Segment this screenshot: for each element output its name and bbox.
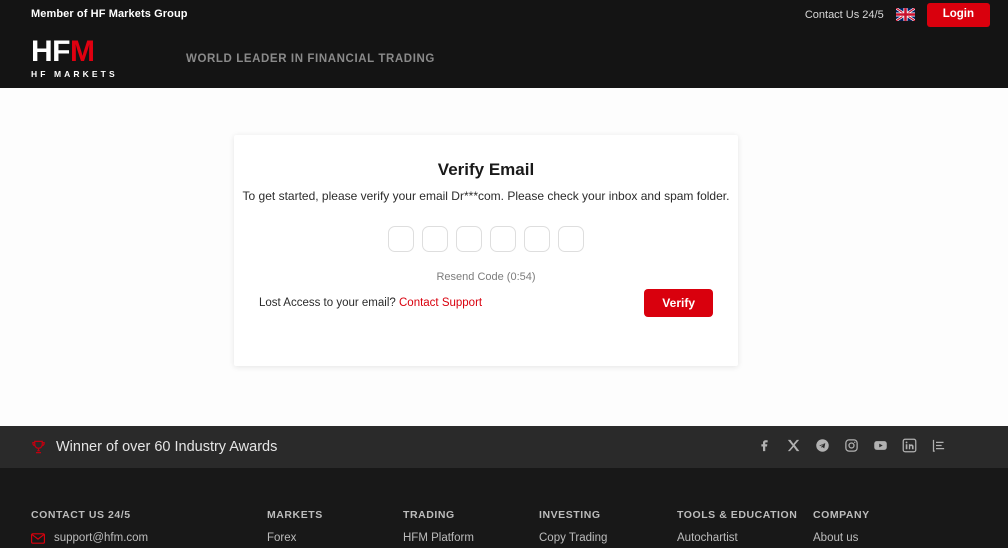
awards-left-group: Winner of over 60 Industry Awards xyxy=(31,439,277,455)
footer-column-trading: TRADING HFM Platform MT4 xyxy=(403,468,539,548)
footer-link-copy-trading[interactable]: Copy Trading xyxy=(539,532,677,544)
member-of-group-text: Member of HF Markets Group xyxy=(31,8,188,20)
otp-digit-5[interactable] xyxy=(524,226,550,252)
main-content-area: Verify Email To get started, please veri… xyxy=(0,88,1008,426)
footer-link-hfm-platform[interactable]: HFM Platform xyxy=(403,532,539,544)
youtube-icon[interactable] xyxy=(873,438,888,453)
footer-link-about-us[interactable]: About us xyxy=(813,532,943,544)
footer-heading-company: COMPANY xyxy=(813,509,870,521)
lost-access-label: Lost Access to your email? xyxy=(259,297,396,309)
awards-text: Winner of over 60 Industry Awards xyxy=(56,439,278,455)
facebook-icon[interactable] xyxy=(757,438,772,453)
site-footer: CONTACT US 24/5 support@hfm.com MARKETS … xyxy=(0,468,1008,548)
otp-digit-1[interactable] xyxy=(388,226,414,252)
logo-m-text: M xyxy=(70,35,95,68)
footer-heading-tools: TOOLS & EDUCATION xyxy=(677,509,798,521)
lost-access-text: Lost Access to your email? Contact Suppo… xyxy=(259,297,482,309)
bar-chart-icon[interactable] xyxy=(931,438,946,453)
uk-flag-icon[interactable] xyxy=(895,8,915,22)
otp-digit-3[interactable] xyxy=(456,226,482,252)
footer-column-contact: CONTACT US 24/5 support@hfm.com xyxy=(31,468,267,548)
contact-us-link[interactable]: Contact Us 24/5 xyxy=(805,9,884,21)
card-footer-row: Lost Access to your email? Contact Suppo… xyxy=(234,272,738,366)
header-slogan: WORLD LEADER IN FINANCIAL TRADING xyxy=(186,53,435,65)
otp-digit-2[interactable] xyxy=(422,226,448,252)
x-twitter-icon[interactable] xyxy=(786,438,801,453)
footer-column-markets: MARKETS Forex Commodities xyxy=(267,468,403,548)
envelope-icon xyxy=(31,532,45,544)
social-links-group xyxy=(757,438,946,453)
verify-email-card: Verify Email To get started, please veri… xyxy=(234,135,738,366)
telegram-icon[interactable] xyxy=(815,438,830,453)
otp-digit-6[interactable] xyxy=(558,226,584,252)
login-button[interactable]: Login xyxy=(926,3,990,27)
footer-heading-investing: INVESTING xyxy=(539,509,601,521)
footer-heading-contact: CONTACT US 24/5 xyxy=(31,509,131,521)
awards-banner: Winner of over 60 Industry Awards xyxy=(0,426,1008,468)
otp-digit-4[interactable] xyxy=(490,226,516,252)
logo-hf-text: HF xyxy=(31,35,71,68)
page-root: Member of HF Markets Group Contact Us 24… xyxy=(0,0,1008,548)
verify-button[interactable]: Verify xyxy=(644,289,713,317)
footer-columns: CONTACT US 24/5 support@hfm.com MARKETS … xyxy=(31,468,977,548)
footer-email-row[interactable]: support@hfm.com xyxy=(31,532,267,544)
footer-email-text: support@hfm.com xyxy=(54,532,149,544)
top-bar-right-group: Contact Us 24/5 Login xyxy=(805,3,990,27)
linkedin-icon[interactable] xyxy=(902,438,917,453)
footer-link-forex[interactable]: Forex xyxy=(267,532,403,544)
footer-column-investing: INVESTING Copy Trading Bonus and Follow xyxy=(539,468,677,548)
verify-instructions: To get started, please verify your email… xyxy=(242,189,730,203)
footer-heading-markets: MARKETS xyxy=(267,509,323,521)
page-title: Verify Email xyxy=(437,160,535,179)
hfm-logo[interactable]: HFM HF MARKETS xyxy=(31,35,141,80)
otp-input-group xyxy=(234,226,738,252)
trophy-icon xyxy=(31,439,46,455)
footer-column-company: COMPANY About us Why choose xyxy=(813,468,943,548)
top-utility-bar: Member of HF Markets Group Contact Us 24… xyxy=(0,0,1008,29)
site-header: Member of HF Markets Group Contact Us 24… xyxy=(0,0,1008,88)
contact-support-link[interactable]: Contact Support xyxy=(399,297,482,309)
footer-heading-trading: TRADING xyxy=(403,509,455,521)
footer-link-autochartist[interactable]: Autochartist xyxy=(677,532,813,544)
logo-subtitle: HF MARKETS xyxy=(31,69,118,79)
logo-wordmark: HFM xyxy=(31,35,95,68)
instagram-icon[interactable] xyxy=(844,438,859,453)
footer-column-tools: TOOLS & EDUCATION Autochartist Advanced … xyxy=(677,468,813,548)
